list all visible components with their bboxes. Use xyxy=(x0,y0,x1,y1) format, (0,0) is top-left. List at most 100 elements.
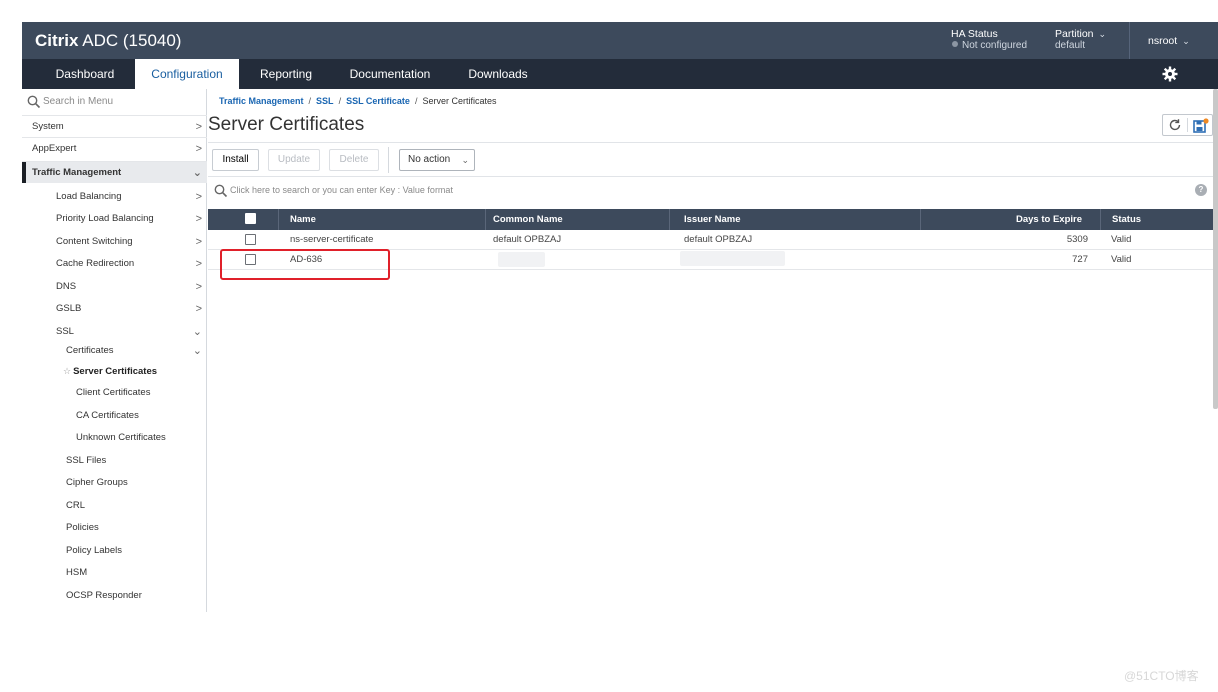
ha-status-label: HA Status xyxy=(951,28,998,40)
cell-issuer-name: default OPBZAJ xyxy=(684,234,753,245)
menu-search[interactable] xyxy=(22,93,207,113)
toolbar-divider xyxy=(388,147,389,173)
status-dot-icon xyxy=(952,41,958,47)
cell-common-name: default OPBZAJ xyxy=(493,234,562,245)
column-days-to-expire[interactable]: Days to Expire xyxy=(921,209,1101,230)
table-search-input[interactable] xyxy=(230,185,630,195)
sidebar-item-priority-load-balancing[interactable]: Priority Load Balancing > xyxy=(22,208,207,230)
sidebar-item-label: GSLB xyxy=(56,303,82,314)
column-status[interactable]: Status xyxy=(1101,209,1214,230)
tab-configuration[interactable]: Configuration xyxy=(135,59,239,89)
brand-title: Citrix ADC (15040) xyxy=(35,31,182,50)
sidebar-item-gslb[interactable]: GSLB > xyxy=(22,298,207,320)
sidebar-item-label: DNS xyxy=(56,281,77,292)
sidebar-item-content-switching[interactable]: Content Switching > xyxy=(22,231,207,253)
gear-icon[interactable] xyxy=(1162,66,1178,82)
select-all-checkbox[interactable] xyxy=(245,213,256,224)
table-header: Name Common Name Issuer Name Days to Exp… xyxy=(208,209,1214,230)
search-icon xyxy=(27,95,41,109)
column-name[interactable]: Name xyxy=(279,209,486,230)
top-header: Citrix ADC (15040) HA Status Not configu… xyxy=(22,22,1218,59)
sidebar-item-server-certificates[interactable]: ☆ Server Certificates xyxy=(22,360,207,382)
cell-days-to-expire: 5309 xyxy=(1066,234,1088,245)
sidebar-item-crl[interactable]: CRL xyxy=(22,495,207,517)
tab-reporting[interactable]: Reporting xyxy=(246,59,326,89)
sidebar-item-cache-redirection[interactable]: Cache Redirection > xyxy=(22,253,207,275)
partition-value: default xyxy=(1055,40,1086,51)
search-icon xyxy=(214,184,228,198)
sidebar-item-ca-certificates[interactable]: CA Certificates xyxy=(22,405,207,427)
user-menu[interactable]: nsroot ⌄ xyxy=(1148,35,1190,47)
user-name: nsroot xyxy=(1148,35,1178,47)
refresh-icon[interactable] xyxy=(1168,118,1182,132)
tab-dashboard[interactable]: Dashboard xyxy=(42,59,128,89)
sidebar-item-label: SSL Files xyxy=(66,455,107,466)
sidebar-item-label: Client Certificates xyxy=(76,387,151,398)
redacted-common-name xyxy=(498,252,545,267)
sidebar-item-system[interactable]: System > xyxy=(22,115,207,137)
sidebar-item-appexpert[interactable]: AppExpert > xyxy=(22,137,207,159)
install-button[interactable]: Install xyxy=(212,149,259,171)
sidebar-item-traffic-management[interactable]: Traffic Management ⌄ xyxy=(22,161,207,183)
sidebar-item-ocsp-responder[interactable]: OCSP Responder xyxy=(22,585,207,607)
partition-selector[interactable]: Partition ⌄ default xyxy=(1055,29,1106,52)
cell-status: Valid xyxy=(1111,254,1132,265)
redacted-issuer-name xyxy=(680,251,785,266)
sidebar-item-load-balancing[interactable]: Load Balancing > xyxy=(22,186,207,208)
breadcrumb-separator: / xyxy=(338,96,342,106)
ha-status-value: Not configured xyxy=(962,40,1028,51)
table-search[interactable]: ? xyxy=(208,181,1214,201)
chevron-down-icon: ⌄ xyxy=(192,345,202,357)
chevron-right-icon: > xyxy=(195,303,202,315)
sidebar-item-ssl-files[interactable]: SSL Files xyxy=(22,450,207,472)
sidebar-item-label: Cipher Groups xyxy=(66,477,128,488)
sidebar-item-policies[interactable]: Policies xyxy=(22,517,207,539)
row-checkbox[interactable] xyxy=(245,234,256,245)
star-icon[interactable]: ☆ xyxy=(63,366,71,376)
sidebar-item-label: Priority Load Balancing xyxy=(56,213,154,224)
breadcrumb-ssl-certificate[interactable]: SSL Certificate xyxy=(346,96,410,106)
column-issuer-name[interactable]: Issuer Name xyxy=(670,209,921,230)
chevron-down-icon: ⌄ xyxy=(461,155,469,165)
update-button[interactable]: Update xyxy=(268,149,320,171)
tab-documentation[interactable]: Documentation xyxy=(338,59,442,89)
sidebar-item-dns[interactable]: DNS > xyxy=(22,276,207,298)
save-icon[interactable] xyxy=(1193,118,1209,133)
sidebar-item-certificates[interactable]: Certificates ⌄ xyxy=(22,340,207,362)
row-checkbox[interactable] xyxy=(245,254,256,265)
menu-search-input[interactable] xyxy=(43,96,193,107)
sidebar-item-hsm[interactable]: HSM xyxy=(22,562,207,584)
sidebar-item-client-certificates[interactable]: Client Certificates xyxy=(22,382,207,404)
ha-status[interactable]: HA Status Not configured xyxy=(951,28,1028,52)
sidebar-item-label: CRL xyxy=(66,500,86,511)
delete-button[interactable]: Delete xyxy=(329,149,379,171)
breadcrumb-current: Server Certificates xyxy=(422,96,497,106)
table-row[interactable]: ns-server-certificate default OPBZAJ def… xyxy=(208,230,1214,250)
column-common-name[interactable]: Common Name xyxy=(486,209,670,230)
tools-divider xyxy=(1187,118,1188,132)
sidebar-item-label: Unknown Certificates xyxy=(76,432,166,443)
help-icon[interactable]: ? xyxy=(1195,184,1207,196)
chevron-right-icon: > xyxy=(195,258,202,270)
sidebar-item-cipher-groups[interactable]: Cipher Groups xyxy=(22,472,207,494)
sidebar-item-label: HSM xyxy=(66,567,88,578)
watermark: @51CTO博客 xyxy=(1124,669,1199,683)
chevron-down-icon: ⌄ xyxy=(1182,36,1190,46)
breadcrumb: Traffic Management / SSL / SSL Certificate / S… xyxy=(219,96,496,106)
breadcrumb-traffic-management[interactable]: Traffic Management xyxy=(219,96,304,106)
action-select[interactable]: No action ⌄ xyxy=(399,149,475,171)
breadcrumb-separator: / xyxy=(308,96,312,106)
cell-name: AD-636 xyxy=(290,254,323,265)
page-scrollbar[interactable] xyxy=(1213,89,1218,409)
sidebar-item-policy-labels[interactable]: Policy Labels xyxy=(22,540,207,562)
sidebar-item-unknown-certificates[interactable]: Unknown Certificates xyxy=(22,427,207,449)
tab-downloads[interactable]: Downloads xyxy=(457,59,539,89)
breadcrumb-ssl[interactable]: SSL xyxy=(316,96,334,106)
sidebar-item-label: AppExpert xyxy=(32,143,77,154)
chevron-right-icon: > xyxy=(195,236,202,248)
sidebar-item-label: Load Balancing xyxy=(56,191,122,202)
breadcrumb-separator: / xyxy=(414,96,418,106)
cell-days-to-expire: 727 xyxy=(1072,254,1088,265)
sidebar: System > AppExpert > Traffic Management ⌄ L… xyxy=(22,89,207,612)
table-row[interactable]: AD-636 727 Valid xyxy=(208,250,1214,270)
